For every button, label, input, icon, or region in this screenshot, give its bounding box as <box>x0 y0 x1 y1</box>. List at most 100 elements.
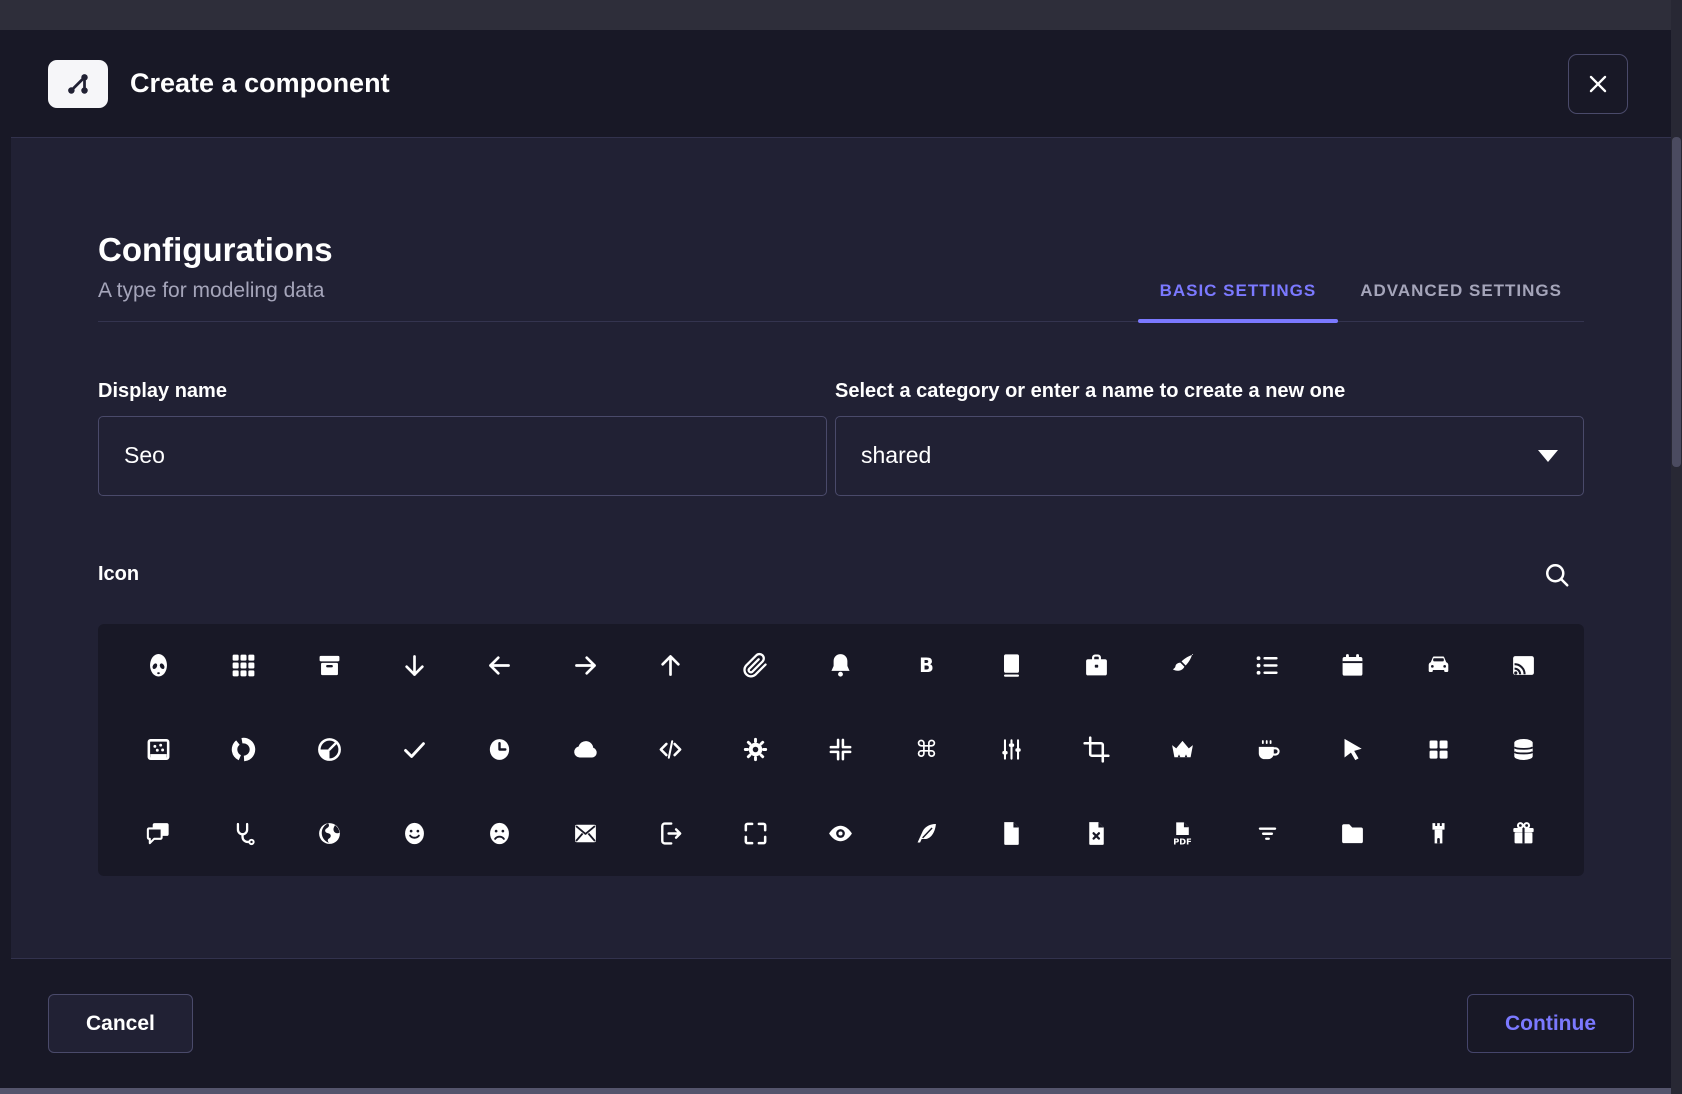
icon-option-crop[interactable] <box>1071 724 1123 776</box>
close-button[interactable] <box>1568 54 1628 114</box>
chart-bubble-icon <box>144 735 173 764</box>
icon-option-collapse[interactable] <box>815 724 867 776</box>
search-icon <box>1542 560 1572 590</box>
emotion-unhappy-icon <box>485 819 514 848</box>
icon-option-arrow-right[interactable] <box>559 640 611 692</box>
svg-text:⌘: ⌘ <box>915 737 938 763</box>
category-select[interactable]: shared <box>835 416 1584 496</box>
cancel-button[interactable]: Cancel <box>48 994 193 1053</box>
continue-button[interactable]: Continue <box>1467 994 1634 1053</box>
arrow-left-icon <box>485 651 514 680</box>
display-name-input[interactable] <box>98 416 827 496</box>
page-subtitle: A type for modeling data <box>98 279 333 303</box>
bold-icon: B <box>912 651 941 680</box>
page-scrollbar-thumb[interactable] <box>1672 137 1681 467</box>
icon-option-cloud[interactable] <box>559 724 611 776</box>
cursor-icon <box>1338 735 1367 764</box>
page-background-top <box>0 0 1682 30</box>
create-component-modal: Create a component Configurations A type… <box>11 30 1671 1088</box>
chevron-down-icon <box>1538 450 1558 462</box>
form-row: Display name Select a category or enter … <box>98 380 1584 496</box>
page-background-bottom <box>0 1088 1671 1094</box>
icon-option-expand[interactable] <box>730 808 782 860</box>
chart-pie-icon <box>315 735 344 764</box>
icon-option-cursor[interactable] <box>1327 724 1379 776</box>
icon-option-filter[interactable] <box>1241 808 1293 860</box>
icon-option-database[interactable] <box>1497 724 1549 776</box>
icon-option-car[interactable] <box>1412 640 1464 692</box>
icon-option-code[interactable] <box>644 724 696 776</box>
icon-option-file[interactable] <box>986 808 1038 860</box>
icon-option-file-pdf[interactable]: PDF <box>1156 808 1208 860</box>
section-head: Configurations A type for modeling data … <box>98 230 1584 322</box>
icon-option-emotion-unhappy[interactable] <box>474 808 526 860</box>
gift-icon <box>1509 819 1538 848</box>
archive-icon <box>315 651 344 680</box>
icon-option-alien[interactable] <box>133 640 185 692</box>
icon-option-chart-circle[interactable] <box>218 724 270 776</box>
icon-option-earth[interactable] <box>303 808 355 860</box>
tab-basic-settings[interactable]: BASIC SETTINGS <box>1138 267 1339 321</box>
icon-option-bold[interactable]: B <box>900 640 952 692</box>
icon-option-brush[interactable] <box>1156 640 1208 692</box>
icon-option-gift[interactable] <box>1497 808 1549 860</box>
icon-option-emotion-happy[interactable] <box>389 808 441 860</box>
bell-icon <box>826 651 855 680</box>
icon-option-eye[interactable] <box>815 808 867 860</box>
icon-option-discuss[interactable] <box>133 808 185 860</box>
icon-search-button[interactable] <box>1542 560 1572 590</box>
icon-option-crown[interactable] <box>1156 724 1208 776</box>
icon-option-cup[interactable] <box>1241 724 1293 776</box>
file-icon <box>997 819 1026 848</box>
icon-option-cog[interactable] <box>730 724 782 776</box>
icon-option-connector[interactable] <box>986 724 1038 776</box>
icon-option-apps[interactable] <box>218 640 270 692</box>
icon-option-dashboard[interactable] <box>1412 724 1464 776</box>
modal-header: Create a component <box>11 30 1671 138</box>
brush-icon <box>1168 651 1197 680</box>
icon-option-feather[interactable] <box>900 808 952 860</box>
heading-block: Configurations A type for modeling data <box>98 230 333 321</box>
icon-option-envelop[interactable] <box>559 808 611 860</box>
icon-option-gate[interactable] <box>1412 808 1464 860</box>
settings-tabs: BASIC SETTINGS ADVANCED SETTINGS <box>1138 267 1584 321</box>
icon-option-chart-bubble[interactable] <box>133 724 185 776</box>
book-icon <box>997 651 1026 680</box>
icon-option-briefcase[interactable] <box>1071 640 1123 692</box>
icon-option-bullet-list[interactable] <box>1241 640 1293 692</box>
icon-option-bell[interactable] <box>815 640 867 692</box>
icon-option-archive[interactable] <box>303 640 355 692</box>
icon-option-chart-pie[interactable] <box>303 724 355 776</box>
icon-option-attachment[interactable] <box>730 640 782 692</box>
database-icon <box>1509 735 1538 764</box>
icon-option-arrow-left[interactable] <box>474 640 526 692</box>
alien-icon <box>144 651 173 680</box>
eye-icon <box>826 819 855 848</box>
icon-option-file-error[interactable] <box>1071 808 1123 860</box>
icon-option-arrow-down[interactable] <box>389 640 441 692</box>
apps-icon <box>229 651 258 680</box>
file-pdf-icon: PDF <box>1168 819 1197 848</box>
icon-option-check[interactable] <box>389 724 441 776</box>
modal-footer: Cancel Continue <box>11 958 1671 1088</box>
check-icon <box>400 735 429 764</box>
tab-advanced-settings[interactable]: ADVANCED SETTINGS <box>1338 267 1584 321</box>
icon-option-cast[interactable] <box>1497 640 1549 692</box>
page-title: Configurations <box>98 230 333 270</box>
icon-option-book[interactable] <box>986 640 1038 692</box>
expand-icon <box>741 819 770 848</box>
category-selected-value: shared <box>861 442 931 469</box>
calendar-icon <box>1338 651 1367 680</box>
icon-option-clock[interactable] <box>474 724 526 776</box>
icon-option-arrow-up[interactable] <box>644 640 696 692</box>
code-icon <box>656 735 685 764</box>
icon-option-command[interactable]: ⌘ <box>900 724 952 776</box>
icon-section-head: Icon <box>98 560 1584 590</box>
crown-icon <box>1168 735 1197 764</box>
display-name-group: Display name <box>98 380 827 496</box>
icon-option-doctor[interactable] <box>218 808 270 860</box>
icon-option-exit[interactable] <box>644 808 696 860</box>
icon-option-folder[interactable] <box>1327 808 1379 860</box>
icon-option-calendar[interactable] <box>1327 640 1379 692</box>
arrow-right-icon <box>571 651 600 680</box>
